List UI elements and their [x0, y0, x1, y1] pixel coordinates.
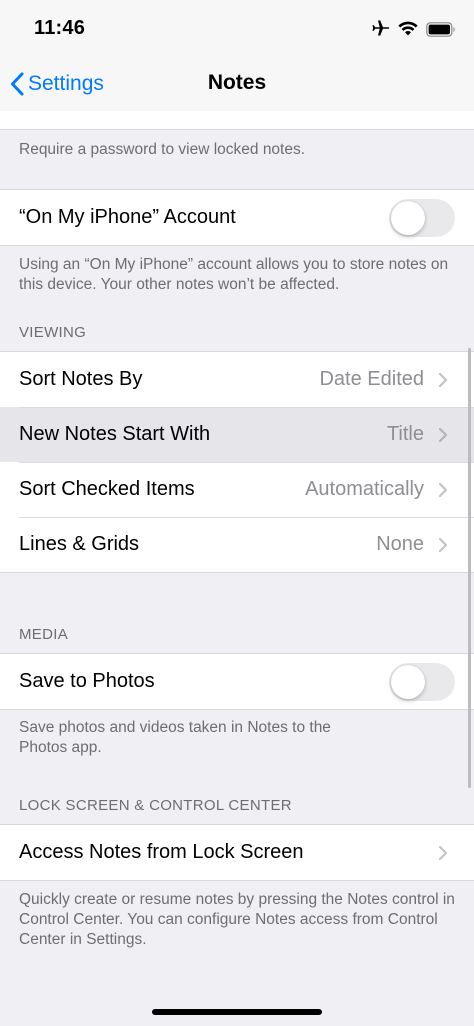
new-notes-start-with-value: Title: [386, 423, 424, 445]
sort-notes-by-value: Date Edited: [319, 368, 424, 390]
chevron-right-icon: [438, 372, 448, 387]
sort-notes-by-label: Sort Notes By: [19, 368, 143, 390]
sort-checked-items-value: Automatically: [305, 478, 424, 500]
home-indicator[interactable]: [152, 1009, 322, 1015]
battery-icon: [426, 21, 455, 37]
chevron-right-icon: [438, 845, 448, 860]
save-to-photos-toggle[interactable]: [389, 662, 455, 701]
save-to-photos-row: Save to Photos: [0, 654, 474, 709]
airplane-icon: [372, 20, 390, 36]
sort-checked-items-label: Sort Checked Items: [19, 478, 195, 500]
scroll-indicator[interactable]: [468, 348, 471, 788]
save-to-photos-footnote: Save photos and videos taken in Notes to…: [19, 719, 331, 756]
viewing-header: VIEWING: [19, 324, 87, 341]
page-title: Notes: [207, 71, 267, 94]
navigation-bar: 11:46 Settings Notes: [0, 0, 474, 112]
lock-screen-group: Access Notes from Lock Screen: [0, 824, 474, 881]
status-time: 11:46: [34, 17, 86, 39]
chevron-right-icon: [438, 427, 448, 442]
password-group-tail: [0, 111, 474, 130]
settings-screen: 11:46 Settings Notes Require a password …: [0, 0, 474, 1026]
sort-notes-by-row[interactable]: Sort Notes By Date Edited: [0, 352, 474, 407]
lines-grids-row[interactable]: Lines & Grids None: [0, 517, 474, 572]
media-header: MEDIA: [19, 626, 69, 643]
new-notes-start-with-row[interactable]: New Notes Start With Title: [0, 407, 474, 462]
status-icons: [370, 18, 456, 40]
chevron-right-icon: [438, 537, 448, 552]
lines-grids-label: Lines & Grids: [19, 533, 140, 555]
password-footnote: Require a password to view locked notes.: [19, 141, 306, 158]
lock-screen-footnote: Quickly create or resume notes by pressi…: [19, 891, 455, 948]
access-notes-lock-screen-row[interactable]: Access Notes from Lock Screen: [0, 825, 474, 880]
on-my-iphone-row: “On My iPhone” Account: [0, 190, 474, 245]
lines-grids-value: None: [376, 533, 424, 555]
viewing-group: Sort Notes By Date Edited New Notes Star…: [0, 351, 474, 573]
toggle-knob: [391, 200, 425, 235]
access-notes-lock-screen-label: Access Notes from Lock Screen: [19, 841, 304, 863]
save-to-photos-label: Save to Photos: [19, 670, 155, 692]
sort-checked-items-row[interactable]: Sort Checked Items Automatically: [0, 462, 474, 517]
on-my-iphone-label: “On My iPhone” Account: [19, 206, 236, 228]
on-my-iphone-group: “On My iPhone” Account: [0, 189, 474, 246]
on-my-iphone-footnote: Using an “On My iPhone” account allows y…: [19, 256, 449, 293]
on-my-iphone-toggle[interactable]: [389, 198, 455, 237]
new-notes-start-with-label: New Notes Start With: [19, 423, 211, 445]
toggle-knob: [391, 664, 425, 699]
chevron-right-icon: [438, 482, 448, 497]
media-group: Save to Photos: [0, 653, 474, 710]
wifi-icon: [398, 21, 418, 36]
lock-screen-header: LOCK SCREEN & CONTROL CENTER: [19, 797, 292, 814]
